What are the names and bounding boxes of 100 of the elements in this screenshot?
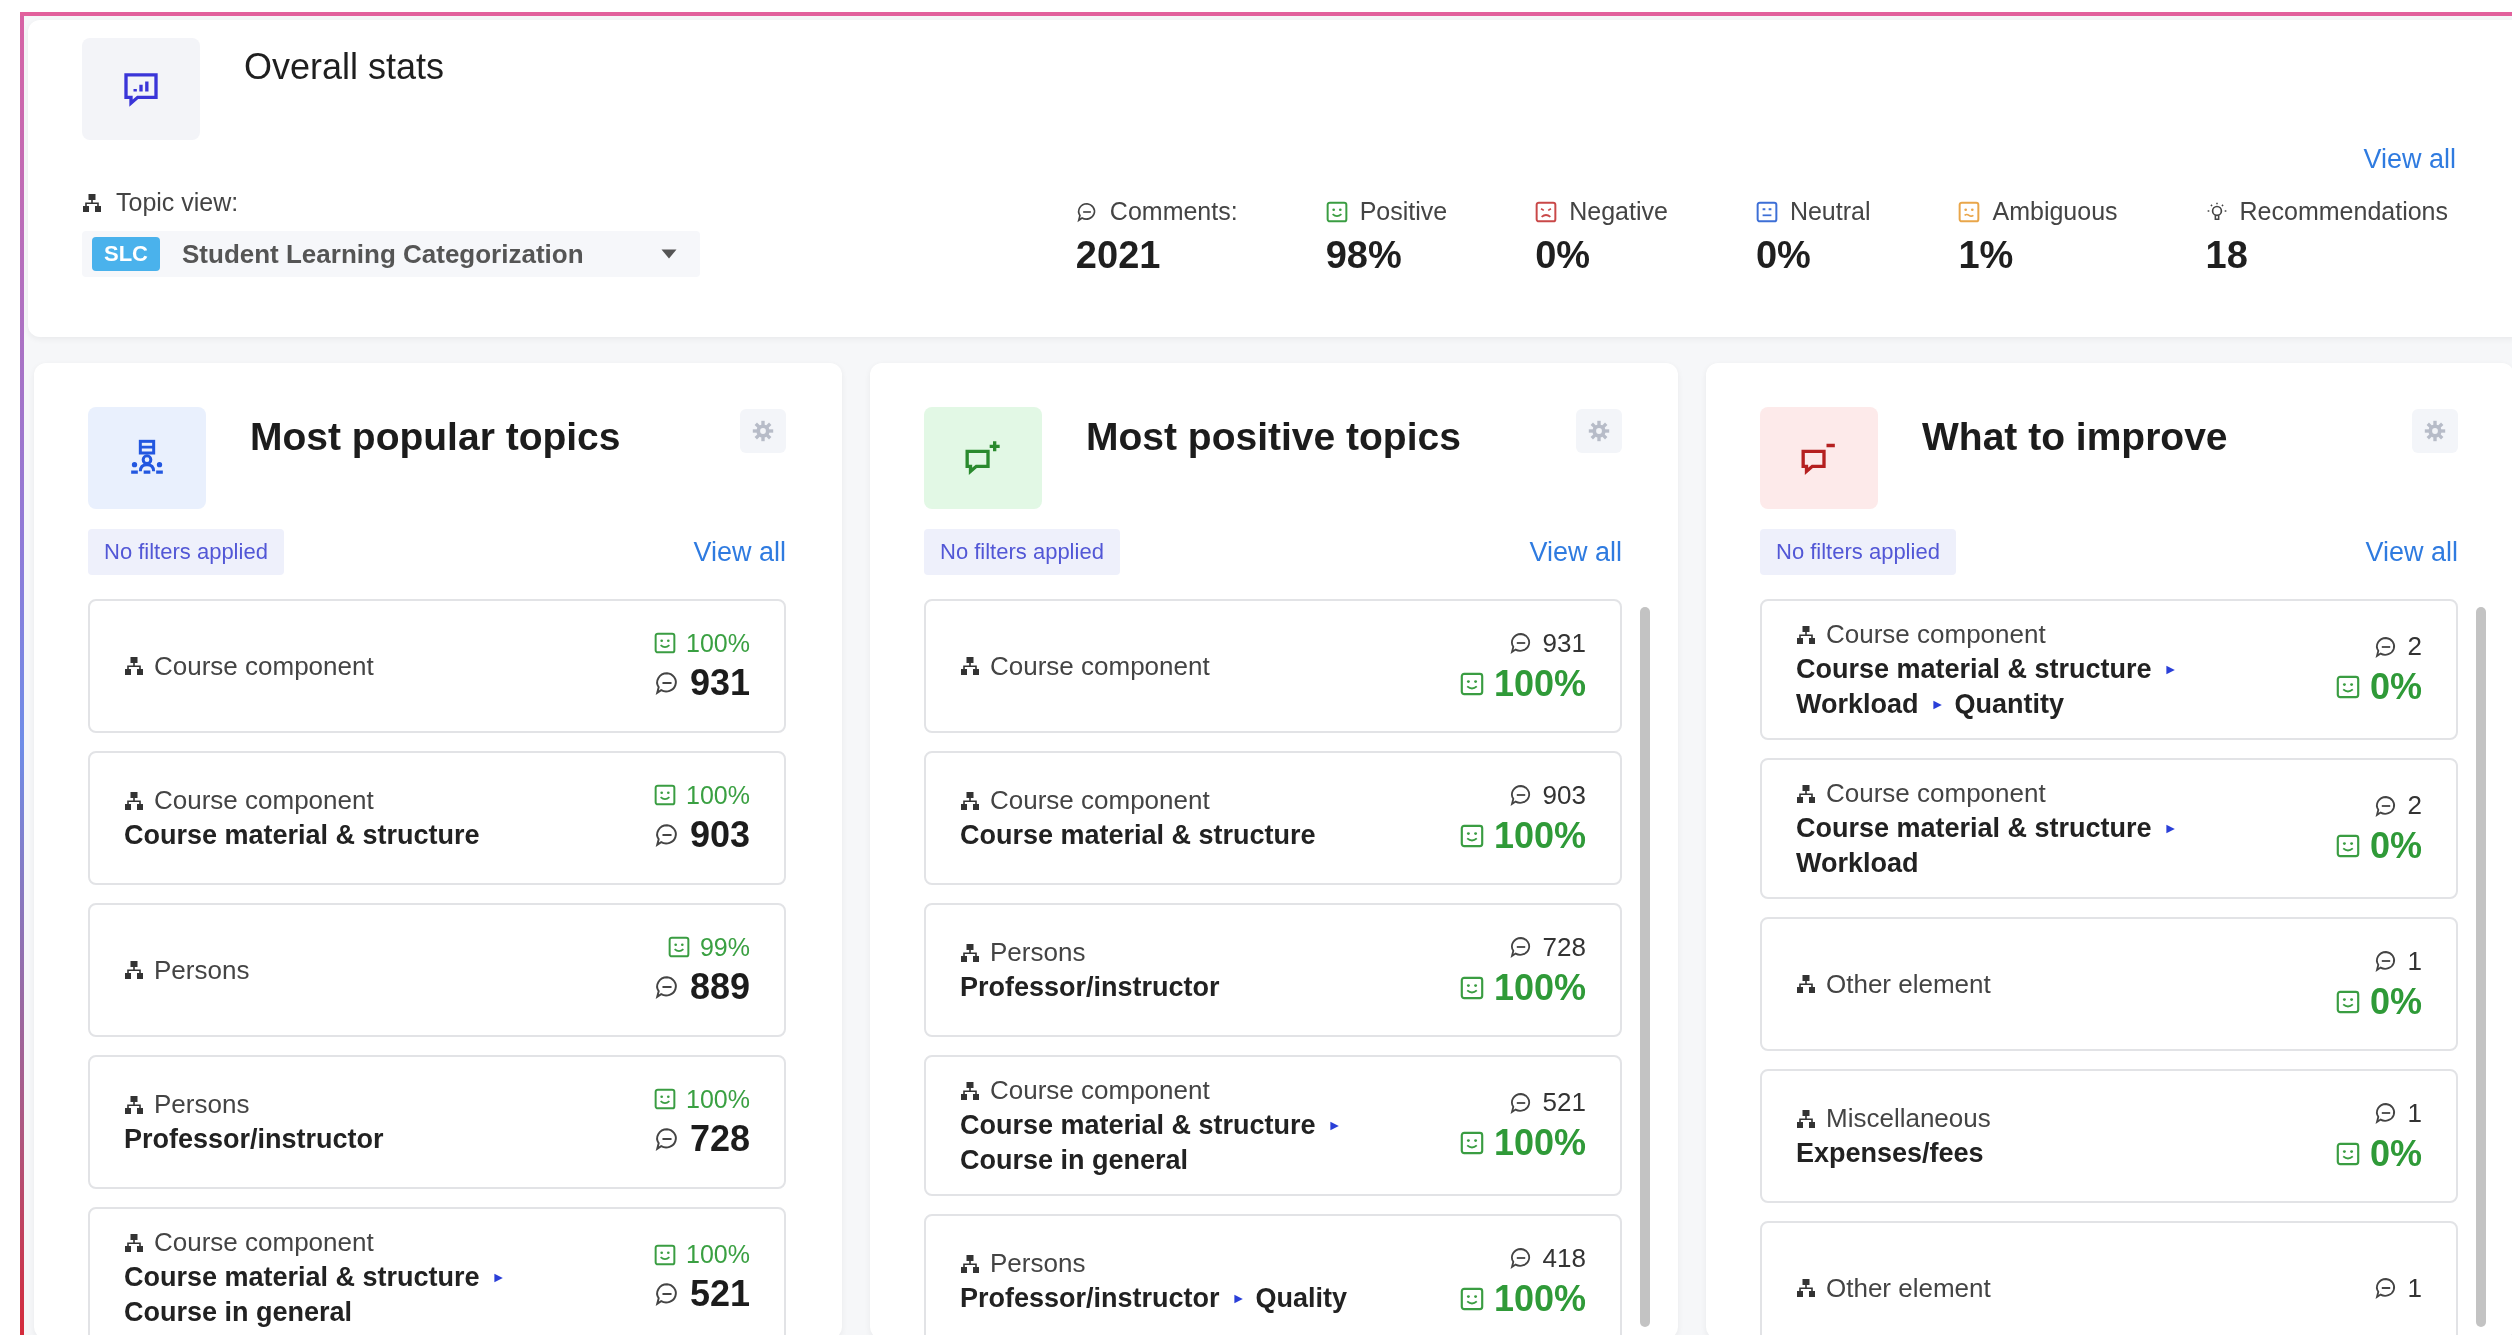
stat-label: Negative (1569, 197, 1668, 226)
comment-icon (1508, 1090, 1533, 1115)
positive-percent: 100% (1493, 1122, 1586, 1164)
comment-icon (1508, 783, 1533, 807)
stat-label: Ambiguous (1992, 197, 2118, 226)
comment-count: 728 (689, 1117, 750, 1160)
smiley-icon (667, 936, 690, 958)
topic-category: Persons (990, 1248, 1086, 1279)
topic-item[interactable]: Other element 1 0% (1760, 917, 2458, 1051)
view-all-link[interactable]: View all (1529, 536, 1622, 568)
neutral-face-icon (1755, 200, 1778, 223)
stat-label: Recommendations (2239, 197, 2448, 226)
topic-item[interactable]: Other element 1 (1760, 1221, 2458, 1335)
comment-icon (1075, 200, 1098, 223)
gear-icon (1587, 419, 1611, 443)
topic-name: Course material & structure (124, 1262, 480, 1293)
topic-item[interactable]: Course component Course material & structure Workload 2 0% (1760, 758, 2458, 899)
topic-item[interactable]: Course component Course material & structure Course in general 100% 521 (88, 1207, 786, 1335)
positive-percent: 100% (686, 1240, 750, 1269)
smiley-icon (1459, 1286, 1484, 1311)
topic-item[interactable]: Course component 931 100% (924, 599, 1622, 733)
smiley-icon (2335, 675, 2360, 699)
hierarchy-icon (124, 960, 144, 980)
triangle-right-icon (1327, 1119, 1340, 1132)
comment-count: 1 (2407, 1097, 2422, 1129)
hierarchy-icon (124, 790, 144, 811)
topic-item[interactable]: Persons Professor/instructor Quality 418 100% (924, 1214, 1622, 1335)
topic-item[interactable]: Miscellaneous Expenses/fees 1 0% (1760, 1069, 2458, 1203)
dropdown-value: Student Learning Categorization (182, 238, 585, 270)
hierarchy-icon (1796, 974, 1816, 994)
topic-name: Expenses/fees (1796, 1138, 1984, 1169)
smiley-icon (654, 1243, 677, 1266)
topic-name: Professor/instructor (960, 972, 1220, 1003)
stat-value: 0% (1535, 234, 1592, 277)
comment-icon (653, 1125, 680, 1152)
view-all-link[interactable]: View all (693, 536, 786, 568)
settings-button[interactable] (740, 409, 786, 453)
scrollbar[interactable] (1640, 607, 1650, 1327)
hierarchy-icon (960, 1080, 980, 1101)
topic-item[interactable]: Persons 99% 889 (88, 903, 786, 1037)
hierarchy-icon (1796, 624, 1816, 645)
topic-category: Course component (154, 785, 374, 816)
view-all-link[interactable]: View all (2363, 144, 2456, 175)
topic-item[interactable]: Persons Professor/instructor 100% 728 (88, 1055, 786, 1189)
comment-count: 1 (2407, 1272, 2422, 1304)
topic-item[interactable]: Course component Course material & structure 100% 903 (88, 751, 786, 885)
topic-badge: SLC (92, 237, 160, 271)
positive-percent: 100% (1493, 1277, 1586, 1320)
smiley-icon (1459, 823, 1484, 848)
topic-name: Course material & structure (124, 820, 480, 851)
comment-icon (653, 1281, 680, 1307)
view-all-link[interactable]: View all (2365, 536, 2458, 568)
topic-name: Quantity (1954, 689, 2065, 720)
filter-chip: No filters applied (88, 529, 284, 575)
topic-category: Course component (990, 650, 1210, 682)
topic-category: Course component (154, 1227, 374, 1258)
topic-name: Workload (1796, 689, 1919, 720)
topic-item[interactable]: Course component Course material & structure Workload Quantity 2 0% (1760, 599, 2458, 740)
topic-name: Course material & structure (960, 820, 1316, 851)
smiley-icon (1459, 1131, 1484, 1155)
card-title: Most popular topics (250, 415, 622, 459)
comment-count: 418 (1542, 1242, 1586, 1274)
topic-name: Professor/instructor (124, 1124, 384, 1155)
topic-item[interactable]: Persons Professor/instructor 728 100% (924, 903, 1622, 1037)
smiley-icon (2335, 989, 2360, 1014)
comment-count: 903 (1542, 779, 1586, 811)
topic-item[interactable]: Course component 100% 931 (88, 599, 786, 733)
positive-percent: 100% (686, 628, 750, 658)
smiley-icon (2335, 834, 2360, 858)
lightbulb-icon (2205, 200, 2228, 223)
settings-button[interactable] (1576, 409, 1622, 453)
positive-percent: 100% (686, 1084, 750, 1114)
topic-item[interactable]: Course component Course material & structure Course in general 521 100% (924, 1055, 1622, 1196)
smiley-icon (2335, 1141, 2360, 1166)
stat-value: 18 (2205, 234, 2249, 277)
smiley-icon (1459, 671, 1484, 696)
comment-count: 2 (2407, 631, 2422, 662)
filter-chip: No filters applied (1760, 529, 1956, 575)
hierarchy-icon (82, 192, 102, 213)
topic-category: Other element (1826, 968, 1991, 1000)
positive-percent: 0% (2369, 666, 2422, 708)
positive-percent: 0% (2369, 825, 2422, 867)
topic-view-dropdown[interactable]: SLC Student Learning Categorization (82, 231, 700, 277)
wavy-face-icon (1958, 200, 1981, 223)
stat-value: 0% (1755, 234, 1812, 277)
topic-category: Course component (1826, 778, 2046, 809)
triangle-right-icon (2163, 822, 2176, 835)
comment-icon (653, 973, 680, 1000)
settings-button[interactable] (2412, 409, 2458, 453)
hierarchy-icon (1796, 783, 1816, 804)
topic-category: Persons (990, 937, 1086, 968)
topic-item[interactable]: Course component Course material & structure 903 100% (924, 751, 1622, 885)
comment-count: 2 (2407, 790, 2422, 821)
topic-category: Miscellaneous (1826, 1103, 1991, 1134)
scrollbar[interactable] (2476, 607, 2486, 1327)
hierarchy-icon (124, 656, 144, 676)
comment-icon (2373, 1276, 2398, 1300)
card-title: Overall stats (244, 46, 445, 88)
stat-value: 98% (1325, 234, 1403, 277)
hierarchy-icon (1796, 1278, 1816, 1298)
